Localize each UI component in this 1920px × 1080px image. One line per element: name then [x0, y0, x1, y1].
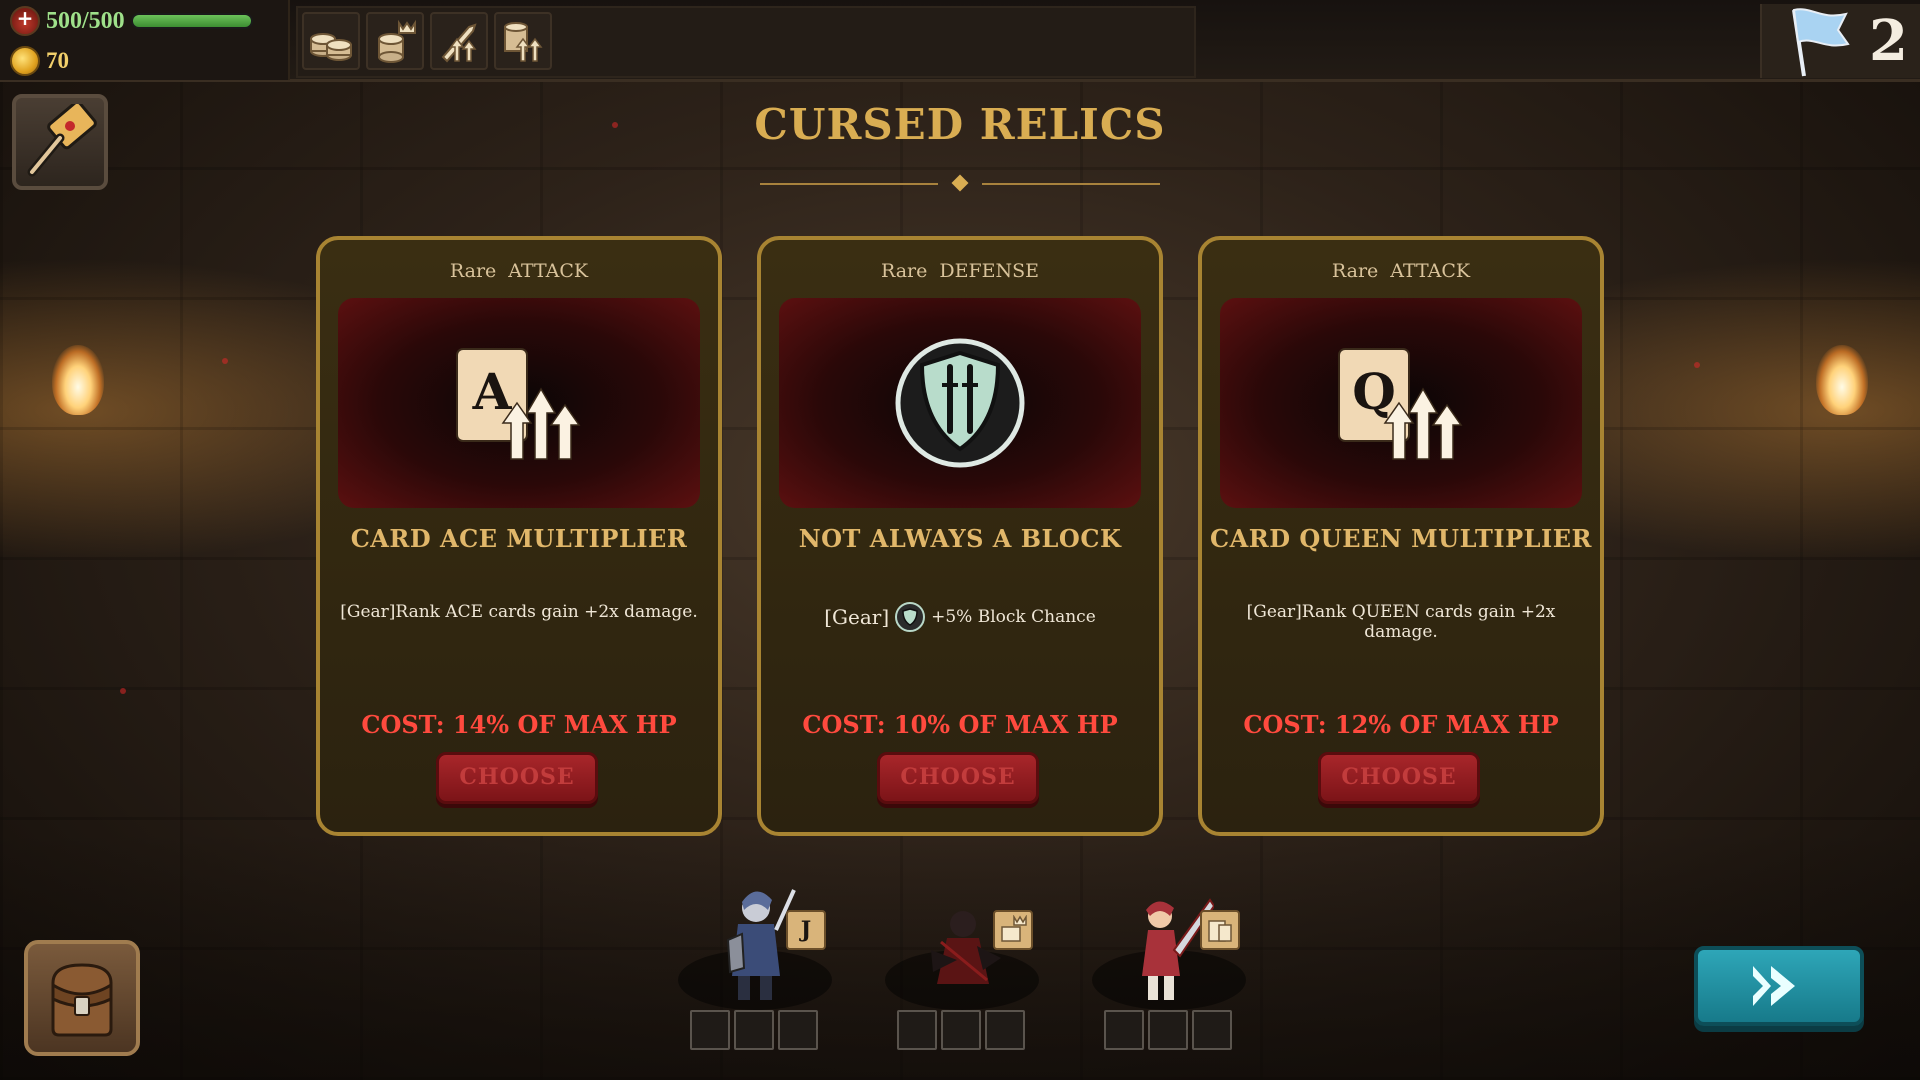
- card-art: Q: [1220, 298, 1582, 508]
- card-meta: Rare ATTACK: [320, 260, 718, 282]
- floor-number: 2: [1869, 8, 1908, 74]
- equipment-slot[interactable]: [897, 1010, 937, 1050]
- torch-left: [52, 345, 104, 415]
- sword-upgrade-icon: [441, 23, 477, 63]
- party-member-rogue[interactable]: [877, 880, 1047, 1060]
- card-rarity: Rare: [1331, 260, 1379, 282]
- top-bar: 500/500 70: [0, 0, 1920, 82]
- ember-particle: [1694, 362, 1700, 368]
- equipment-slot[interactable]: [941, 1010, 981, 1050]
- double-chevron-right-icon: [1753, 966, 1795, 1006]
- card-cost: COST: 10% OF MAX HP: [802, 710, 1118, 739]
- continue-button[interactable]: [1694, 946, 1864, 1026]
- card-description: [Gear]Rank QUEEN cards gain +2x damage.: [1246, 602, 1556, 642]
- hp-text: 500/500: [46, 7, 125, 34]
- card-letter: Q: [1352, 362, 1396, 421]
- card-description: [Gear] +5% Block Chance: [771, 602, 1149, 632]
- gold-coin-icon: [10, 46, 40, 76]
- description-prefix: [Gear]: [824, 605, 890, 629]
- equipment-slot[interactable]: [985, 1010, 1025, 1050]
- divider-line-right: [982, 183, 1160, 185]
- card-name: CARD QUEEN MULTIPLIER: [1210, 524, 1592, 553]
- card-letter: A: [472, 362, 513, 421]
- hp-row: 500/500: [10, 6, 253, 36]
- description-suffix: +5% Block Chance: [931, 607, 1096, 627]
- equipment-slots: [690, 1010, 818, 1050]
- page-title: CURSED RELICS: [754, 100, 1166, 149]
- block-shield-icon: [895, 602, 926, 632]
- relic-slot-crowned-coins[interactable]: [366, 12, 424, 70]
- equipment-slot[interactable]: [1148, 1010, 1188, 1050]
- card-name: NOT ALWAYS A BLOCK: [798, 524, 1122, 553]
- badge-letter: J: [800, 917, 812, 943]
- crowned-coins-icon: [378, 19, 416, 63]
- equipment-slot[interactable]: [778, 1010, 818, 1050]
- health-potion-icon: [10, 6, 40, 36]
- torch-right: [1816, 345, 1868, 415]
- floor-indicator: 2: [1760, 4, 1920, 78]
- crowned-coins-badge-icon: [993, 910, 1033, 950]
- card-rarity: Rare: [880, 260, 928, 282]
- card-name: CARD ACE MULTIPLIER: [350, 524, 688, 553]
- party-member-knight[interactable]: J: [670, 880, 840, 1060]
- flag-icon: [1792, 8, 1850, 77]
- card-art: [779, 298, 1141, 508]
- gold-amount: 70: [46, 48, 69, 73]
- title-divider: [760, 174, 1160, 192]
- divider-line-left: [760, 183, 938, 185]
- shield-swords-icon: [895, 338, 1025, 468]
- card-meta: Rare ATTACK: [1202, 260, 1600, 282]
- inventory-bag-button[interactable]: [24, 940, 140, 1056]
- card-type: DEFENSE: [939, 260, 1040, 282]
- relic-slot-coin-stack[interactable]: [302, 12, 360, 70]
- card-art: A: [338, 298, 700, 508]
- card-rarity: Rare: [449, 260, 497, 282]
- equipment-slots: [1104, 1010, 1232, 1050]
- equipment-slot[interactable]: [734, 1010, 774, 1050]
- coins-arrows-icon: [504, 22, 543, 62]
- queen-card-multiplier-icon: Q: [1338, 348, 1463, 460]
- backpack-icon: [51, 963, 113, 1037]
- choose-button[interactable]: CHOOSE: [1318, 752, 1480, 804]
- relic-card-queen-multiplier[interactable]: Rare ATTACK Q CARD QUEEN MULTIPLIER [Gear…: [1198, 236, 1604, 836]
- relic-slot-coins-arrows[interactable]: [494, 12, 552, 70]
- choose-button[interactable]: CHOOSE: [877, 752, 1039, 804]
- hp-bar: [130, 13, 253, 29]
- card-description: [Gear]Rank ACE cards gain +2x damage.: [340, 602, 698, 622]
- coins-badge-icon: [1200, 910, 1240, 950]
- card-type: ATTACK: [508, 260, 589, 282]
- relic-slot-sword-upgrade[interactable]: [430, 12, 488, 70]
- equipment-slots: [897, 1010, 1025, 1050]
- equipment-slot[interactable]: [690, 1010, 730, 1050]
- ace-card-multiplier-icon: A: [456, 348, 581, 460]
- hp-bar-fill: [132, 15, 251, 27]
- coin-stack-icon: [310, 33, 352, 61]
- relic-card-ace-multiplier[interactable]: Rare ATTACK A CARD ACE MULTIPLIER [Gear]R…: [316, 236, 722, 836]
- party-member-swordswoman[interactable]: [1084, 880, 1254, 1060]
- card-cost: COST: 14% OF MAX HP: [361, 710, 677, 739]
- jack-card-badge-icon: J: [786, 910, 826, 950]
- card-meta: Rare DEFENSE: [761, 260, 1159, 282]
- gold-row: 70: [10, 46, 69, 76]
- card-cost: COST: 12% OF MAX HP: [1243, 710, 1559, 739]
- relic-card-not-always-a-block[interactable]: Rare DEFENSE NOT ALWAYS A BLOCK [Gear] +5…: [757, 236, 1163, 836]
- choose-button[interactable]: CHOOSE: [436, 752, 598, 804]
- ember-particle: [120, 688, 126, 694]
- equipment-slot[interactable]: [1192, 1010, 1232, 1050]
- ember-particle: [222, 358, 228, 364]
- card-type: ATTACK: [1390, 260, 1471, 282]
- player-stats-panel: 500/500 70: [0, 0, 290, 80]
- equipment-slot[interactable]: [1104, 1010, 1144, 1050]
